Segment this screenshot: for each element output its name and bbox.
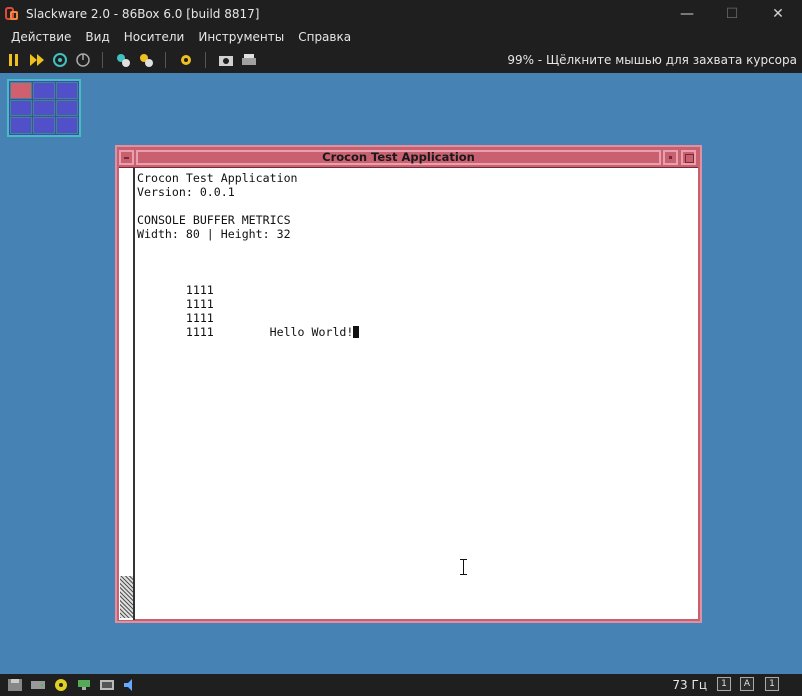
pager-cell[interactable]: [56, 117, 78, 134]
menu-action[interactable]: Действие: [0, 30, 78, 44]
scroll-lock-indicator: 1: [765, 677, 779, 691]
terminal-line: 1111: [137, 283, 214, 297]
pager-cell[interactable]: [33, 99, 55, 117]
virtual-desktop-pager[interactable]: [7, 79, 81, 137]
terminal-line: Crocon Test Application: [137, 171, 298, 185]
xterm-title[interactable]: Crocon Test Application: [136, 150, 661, 165]
emulated-screen[interactable]: Crocon Test Application Crocon Test Appl…: [0, 73, 802, 674]
terminal-scrollbar[interactable]: [119, 168, 135, 620]
ibeam-cursor-icon: [459, 559, 468, 575]
terminal-area[interactable]: Crocon Test Application Version: 0.0.1 CO…: [119, 167, 698, 620]
menu-bar: Действие Вид Носители Инструменты Справк…: [0, 27, 802, 47]
settings-icon[interactable]: [177, 51, 195, 69]
printer-icon[interactable]: [240, 51, 258, 69]
menu-media[interactable]: Носители: [117, 30, 192, 44]
toolbar-separator: [102, 52, 103, 68]
refresh-rate: 73 Гц: [672, 678, 707, 692]
display-icon[interactable]: [99, 678, 115, 692]
ctrl-alt-del-icon[interactable]: [74, 51, 92, 69]
pager-cell[interactable]: [10, 99, 32, 117]
pager-cell[interactable]: [33, 82, 55, 99]
menu-tools[interactable]: Инструменты: [191, 30, 291, 44]
pager-cell[interactable]: [10, 117, 32, 134]
terminal-line: 1111: [137, 311, 214, 325]
pager-cell[interactable]: [56, 99, 78, 117]
hard-reset-icon[interactable]: [114, 51, 132, 69]
toolbar-separator: [165, 52, 166, 68]
hard-disk-icon[interactable]: [30, 678, 46, 692]
xterm-title-area: Crocon Test Application: [117, 148, 700, 166]
menu-help[interactable]: Справка: [291, 30, 358, 44]
terminal-text: Crocon Test Application Version: 0.0.1 CO…: [137, 171, 360, 339]
terminal-line: 1111: [137, 297, 214, 311]
network-icon[interactable]: [76, 678, 92, 692]
caps-lock-indicator: A: [740, 677, 754, 691]
floppy-drive-icon[interactable]: [7, 678, 23, 692]
reset-icon[interactable]: [51, 51, 69, 69]
maximize-window-button[interactable]: [681, 150, 696, 165]
terminal-line: Width: 80 | Height: 32: [137, 227, 291, 241]
minimize-button[interactable]: —: [664, 0, 710, 27]
text-cursor: [353, 326, 360, 338]
cdrom-icon[interactable]: [53, 678, 69, 692]
pager-cell[interactable]: [56, 82, 78, 99]
sound-icon[interactable]: [122, 678, 138, 692]
close-button[interactable]: ✕: [755, 0, 801, 27]
window-title: Slackware 2.0 - 86Box 6.0 [build 8817]: [26, 6, 260, 21]
fast-forward-icon[interactable]: [28, 51, 46, 69]
toolbar-separator: [205, 52, 206, 68]
pager-cell[interactable]: [33, 117, 55, 134]
xterm-window: Crocon Test Application Crocon Test Appl…: [115, 145, 702, 623]
num-lock-indicator: 1: [717, 677, 731, 691]
terminal-line-last: 1111 Hello World!: [137, 325, 360, 339]
pause-icon[interactable]: [5, 51, 23, 69]
media-icon[interactable]: [137, 51, 155, 69]
pager-cell[interactable]: [10, 82, 32, 99]
scrollbar-thumb[interactable]: [120, 576, 133, 618]
terminal-line: CONSOLE BUFFER METRICS: [137, 213, 291, 227]
status-message: 99% - Щёлкните мышью для захвата курсора: [507, 53, 797, 67]
86box-logo-icon: [5, 6, 19, 22]
menu-view[interactable]: Вид: [78, 30, 116, 44]
terminal-line: Version: 0.0.1: [137, 185, 235, 199]
maximize-button[interactable]: ☐: [709, 0, 755, 27]
terminal-line: 1111 Hello World!: [137, 325, 354, 339]
window-menu-button[interactable]: [119, 150, 134, 165]
screenshot-icon[interactable]: [217, 51, 235, 69]
iconify-button[interactable]: [663, 150, 678, 165]
